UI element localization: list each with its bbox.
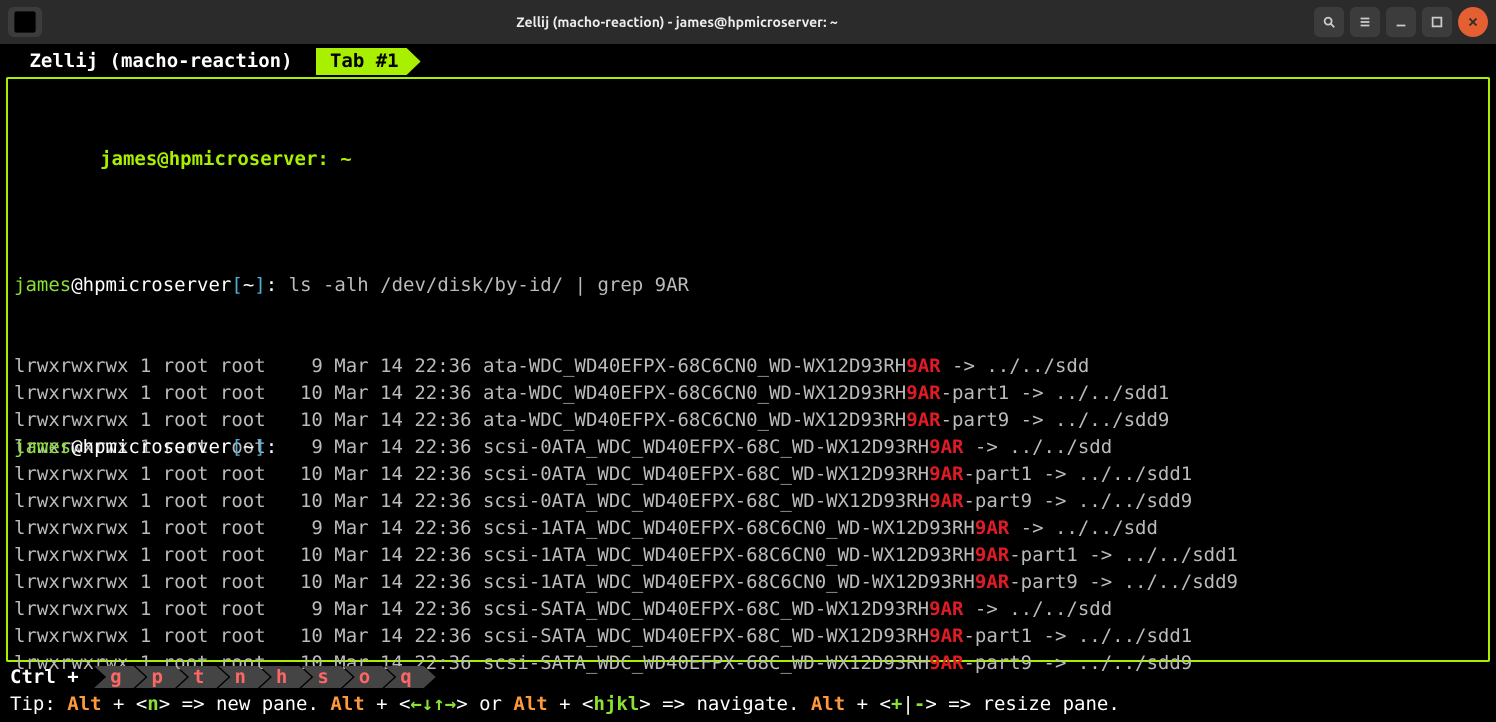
prompt-host: hpmicroserver [83, 274, 232, 296]
search-icon [1322, 15, 1336, 29]
ls-row: lrwxrwxrwx 1 root root 10 Mar 14 22:36 s… [14, 623, 1482, 650]
hamburger-icon [1358, 15, 1372, 29]
pane-title: james@hpmicroserver: ~ [83, 146, 370, 173]
prompt-line: james@hpmicroserver[~]: ls -alh /dev/dis… [14, 272, 1482, 299]
ls-row: lrwxrwxrwx 1 root root 9 Mar 14 22:36 sc… [14, 596, 1482, 623]
grep-match: 9AR [929, 490, 963, 512]
zellij-tabbar: Zellij (macho-reaction) Tab #1 [6, 48, 1490, 75]
close-icon [1466, 15, 1480, 29]
prompt-cwd: ~ [243, 274, 254, 296]
prompt-command: ls -alh /dev/disk/by-id/ | grep 9AR [289, 274, 689, 296]
new-tab-button[interactable] [8, 7, 42, 37]
terminal-content[interactable]: james@hpmicroserver[~]: ls -alh /dev/dis… [14, 218, 1482, 515]
new-tab-icon [8, 5, 42, 39]
menu-button[interactable] [1350, 7, 1380, 37]
ls-row: lrwxrwxrwx 1 root root 10 Mar 14 22:36 a… [14, 380, 1482, 407]
grep-match: 9AR [929, 598, 963, 620]
ls-row: lrwxrwxrwx 1 root root 9 Mar 14 22:36 at… [14, 353, 1482, 380]
grep-match: 9AR [906, 355, 940, 377]
ls-row: lrwxrwxrwx 1 root root 9 Mar 14 22:36 sc… [14, 515, 1482, 542]
grep-match: 9AR [975, 544, 1009, 566]
minimize-button[interactable] [1386, 7, 1416, 37]
session-label: Zellij (macho-reaction) [6, 48, 316, 75]
ls-row: lrwxrwxrwx 1 root root 10 Mar 14 22:36 s… [14, 488, 1482, 515]
close-button[interactable] [1458, 7, 1488, 37]
pane[interactable]: james@hpmicroserver: ~ james@hpmicroserv… [6, 77, 1490, 662]
grep-match: 9AR [929, 625, 963, 647]
grep-match: 9AR [906, 382, 940, 404]
maximize-icon [1430, 15, 1444, 29]
grep-match: 9AR [906, 409, 940, 431]
maximize-button[interactable] [1422, 7, 1452, 37]
tab-active[interactable]: Tab #1 [316, 48, 421, 75]
prompt-user: james [14, 274, 71, 296]
titlebar: Zellij (macho-reaction) - james@hpmicros… [0, 0, 1496, 44]
ls-row: lrwxrwxrwx 1 root root 10 Mar 14 22:36 s… [14, 461, 1482, 488]
grep-match: 9AR [929, 652, 963, 674]
grep-match: 9AR [975, 571, 1009, 593]
terminal[interactable]: Zellij (macho-reaction) Tab #1 james@hpm… [0, 44, 1496, 722]
search-button[interactable] [1314, 7, 1344, 37]
ls-row: lrwxrwxrwx 1 root root 10 Mar 14 22:36 s… [14, 569, 1482, 596]
grep-match: 9AR [929, 436, 963, 458]
ls-row: lrwxrwxrwx 1 root root 10 Mar 14 22:36 a… [14, 407, 1482, 434]
window-title: Zellij (macho-reaction) - james@hpmicros… [46, 14, 1308, 30]
ls-row: lrwxrwxrwx 1 root root 10 Mar 14 22:36 s… [14, 542, 1482, 569]
grep-match: 9AR [929, 463, 963, 485]
tip-bar: Tip: Alt + <n> => new pane. Alt + <←↓↑→>… [6, 691, 1490, 718]
grep-match: 9AR [975, 517, 1009, 539]
minimize-icon [1394, 15, 1408, 29]
